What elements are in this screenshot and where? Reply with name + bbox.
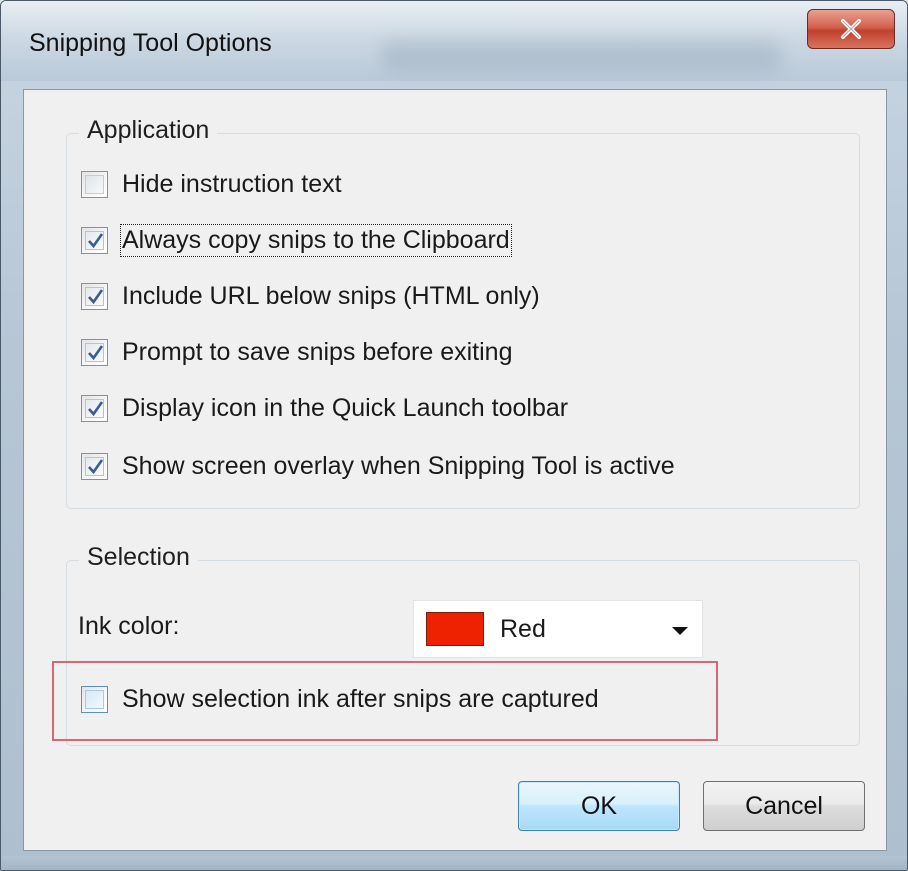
checkmark-icon (88, 401, 104, 417)
option-label: Prompt to save snips before exiting (122, 338, 513, 366)
checkbox-checked[interactable] (81, 453, 108, 480)
dropdown-arrow-icon[interactable] (672, 627, 688, 635)
option-label: Hide instruction text (122, 170, 342, 198)
checkbox-checked[interactable] (81, 339, 108, 366)
close-button[interactable] (807, 9, 895, 49)
option-show-selection-ink[interactable]: Show selection ink after snips are captu… (81, 685, 599, 714)
application-group-label: Application (79, 116, 218, 145)
dialog-body: Application Hide instruction text Always… (23, 89, 887, 851)
window-title: Snipping Tool Options (29, 29, 272, 57)
option-prompt-save[interactable]: Prompt to save snips before exiting (81, 338, 512, 367)
window-frame-bottom (1, 856, 907, 870)
cancel-button[interactable]: Cancel (703, 781, 865, 831)
color-swatch (426, 612, 484, 646)
option-screen-overlay[interactable]: Show screen overlay when Snipping Tool i… (81, 452, 675, 481)
checkbox-unchecked[interactable] (81, 171, 108, 198)
ink-color-label: Ink color: (78, 612, 180, 640)
snipping-tool-options-dialog: Snipping Tool Options Application Hide i… (0, 0, 908, 871)
checkmark-icon (88, 289, 104, 305)
option-always-copy-clipboard[interactable]: Always copy snips to the Clipboard (81, 224, 512, 257)
option-label: Show selection ink after snips are captu… (122, 685, 599, 713)
option-label: Display icon in the Quick Launch toolbar (122, 394, 569, 422)
checkmark-icon (88, 345, 104, 361)
ink-color-dropdown[interactable]: Red (413, 600, 703, 658)
checkbox-checked[interactable] (81, 395, 108, 422)
option-hide-instruction-text[interactable]: Hide instruction text (81, 170, 342, 199)
option-label: Include URL below snips (HTML only) (122, 282, 540, 310)
checkmark-icon (88, 459, 104, 475)
checkbox-checked[interactable] (81, 283, 108, 310)
checkmark-icon (88, 233, 104, 249)
option-label: Always copy snips to the Clipboard (120, 224, 512, 257)
option-quick-launch-icon[interactable]: Display icon in the Quick Launch toolbar (81, 394, 568, 423)
title-bar[interactable]: Snipping Tool Options (1, 1, 907, 81)
ok-button[interactable]: OK (518, 781, 680, 831)
option-label: Show screen overlay when Snipping Tool i… (122, 452, 675, 480)
selected-color-name: Red (500, 614, 546, 643)
checkbox-checked[interactable] (81, 227, 108, 254)
checkbox-unchecked[interactable] (81, 686, 108, 713)
close-x-icon (841, 19, 861, 39)
selection-group-label: Selection (79, 543, 198, 572)
option-include-url[interactable]: Include URL below snips (HTML only) (81, 282, 540, 311)
